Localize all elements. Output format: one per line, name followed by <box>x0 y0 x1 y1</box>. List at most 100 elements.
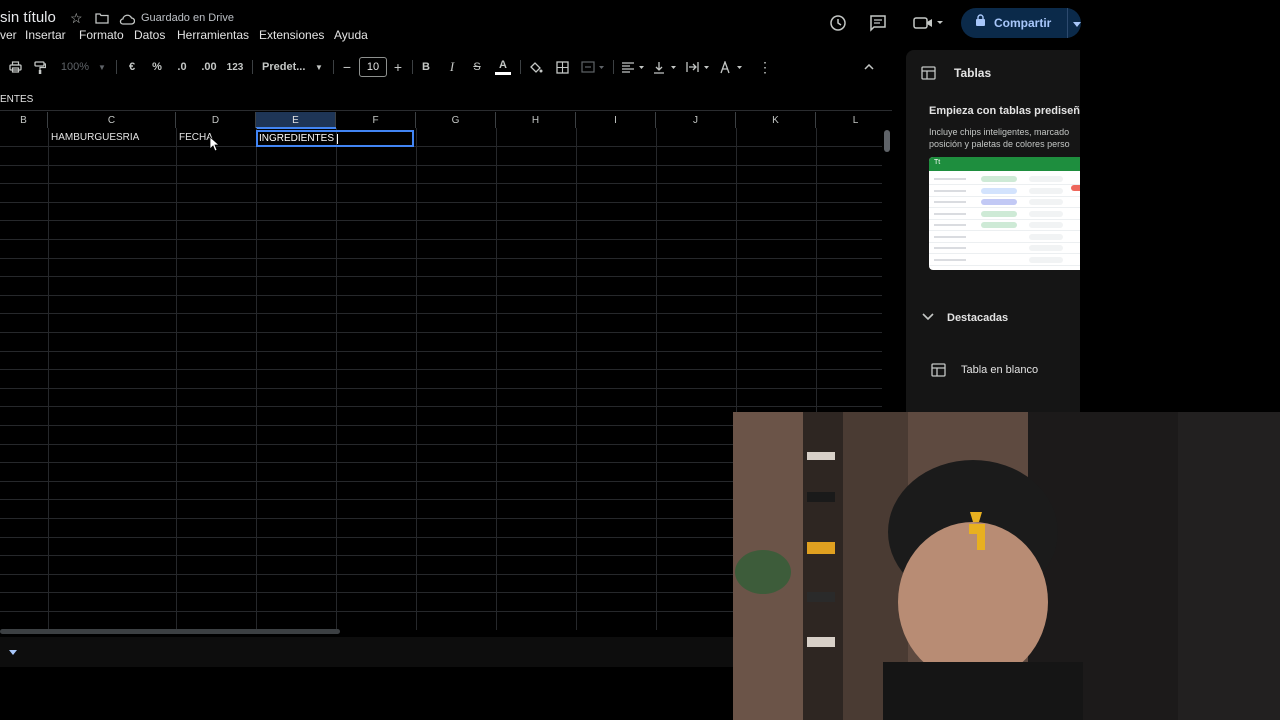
document-title[interactable]: sin título <box>0 9 56 26</box>
featured-section-label[interactable]: Destacadas <box>947 312 1008 324</box>
merge-cells-icon[interactable] <box>580 58 606 76</box>
text-color-swatch <box>495 72 511 75</box>
bold-button[interactable]: B <box>419 58 433 76</box>
grid-column-line <box>256 128 257 630</box>
text-rotation-icon[interactable] <box>718 58 746 76</box>
preview-person-chip <box>1029 256 1063 263</box>
panel-description-line-2: posición y paletas de colores perso <box>929 139 1070 149</box>
preview-text-bar <box>934 258 966 261</box>
zoom-select[interactable]: 100% <box>58 58 92 76</box>
move-folder-icon[interactable] <box>95 11 109 29</box>
mouse-cursor-icon <box>209 136 219 152</box>
column-header-l[interactable]: L <box>816 112 882 128</box>
grid-row-line <box>0 276 882 278</box>
zoom-dropdown-icon[interactable]: ▼ <box>97 58 107 76</box>
increase-font-size-button[interactable]: + <box>391 58 405 76</box>
preview-row-line <box>929 253 1080 254</box>
cell-e1-editor[interactable]: INGREDIENTES <box>259 133 334 144</box>
blank-table-option[interactable]: Tabla en blanco <box>961 364 1038 376</box>
toolbar-divider <box>412 60 413 74</box>
star-icon[interactable]: ☆ <box>70 10 83 27</box>
table-template-preview[interactable]: Tt <box>929 157 1080 270</box>
column-header-b[interactable]: B <box>0 112 48 128</box>
save-status: Guardado en Drive <box>141 12 234 24</box>
panel-title: Tablas <box>954 66 992 80</box>
percent-format-button[interactable]: % <box>149 58 165 76</box>
text-wrapping-icon[interactable] <box>685 58 713 76</box>
vertical-scrollbar[interactable] <box>884 130 890 152</box>
share-dropdown-icon[interactable] <box>1073 14 1081 32</box>
column-header-g[interactable]: G <box>416 112 496 128</box>
collapse-toolbar-icon[interactable] <box>861 58 877 76</box>
column-header-j[interactable]: J <box>656 112 736 128</box>
decrease-decimal-button[interactable]: .0 <box>172 58 192 76</box>
grid-row-line <box>0 350 882 352</box>
more-options-icon[interactable]: ⋮ <box>758 58 772 76</box>
preview-chip <box>981 199 1017 205</box>
column-header-h[interactable]: H <box>496 112 576 128</box>
preview-person-chip <box>1029 199 1063 205</box>
strikethrough-button[interactable]: S <box>470 58 484 76</box>
preview-chip <box>981 176 1017 182</box>
grid-column-line <box>576 128 577 630</box>
sheet-dropdown-icon[interactable] <box>9 650 17 655</box>
cell-c1[interactable]: HAMBURGUESRIA <box>51 132 139 143</box>
chevron-down-icon[interactable] <box>922 313 934 321</box>
meet-video-icon[interactable] <box>908 8 948 38</box>
grid-row-line <box>0 406 882 408</box>
grid-row-line <box>0 183 882 185</box>
toolbar-divider <box>520 60 521 74</box>
currency-format-button[interactable]: € <box>124 58 140 76</box>
vertical-align-icon[interactable] <box>652 58 680 76</box>
active-cell-e1[interactable]: INGREDIENTES <box>256 130 414 147</box>
more-formats-button[interactable]: 123 <box>225 58 245 76</box>
preview-row-line <box>929 218 1080 220</box>
share-button[interactable]: Compartir <box>961 8 1081 38</box>
menu-ver[interactable]: ver <box>0 28 17 42</box>
lock-icon <box>975 14 986 32</box>
toolbar-divider <box>333 60 334 74</box>
preview-header-row: Tt <box>929 157 1080 171</box>
horizontal-scrollbar[interactable] <box>0 629 340 634</box>
preview-text-bar <box>934 212 966 215</box>
column-header-f[interactable]: F <box>336 112 416 128</box>
table-icon <box>921 66 936 80</box>
increase-decimal-button[interactable]: .00 <box>198 58 220 76</box>
menu-extensiones[interactable]: Extensiones <box>259 28 324 42</box>
version-history-icon[interactable] <box>823 8 853 38</box>
column-header-k[interactable]: K <box>736 112 816 128</box>
decrease-font-size-button[interactable]: − <box>340 58 354 76</box>
cell-d1[interactable]: FECHA <box>179 132 213 143</box>
preview-person-chip <box>1029 245 1063 251</box>
menu-insertar[interactable]: Insertar <box>25 28 66 42</box>
column-header-c[interactable]: C <box>48 112 176 128</box>
grid-row-line <box>0 201 882 203</box>
column-header-i[interactable]: I <box>576 112 656 128</box>
column-header-e[interactable]: E <box>256 112 336 128</box>
preview-person-chip <box>1029 222 1063 228</box>
preview-text-bar <box>934 224 966 226</box>
comments-icon[interactable] <box>863 8 893 38</box>
text-color-button[interactable]: A <box>495 58 511 76</box>
menu-formato[interactable]: Formato <box>79 28 124 42</box>
font-family-select[interactable]: Predet... <box>262 58 312 76</box>
horizontal-align-icon[interactable] <box>620 58 648 76</box>
menu-ayuda[interactable]: Ayuda <box>334 28 368 42</box>
italic-button[interactable]: I <box>445 58 459 76</box>
preview-chip <box>981 245 1017 251</box>
formula-bar-content[interactable]: ENTES <box>0 94 33 105</box>
grid-row-line <box>0 220 882 222</box>
grid-column-line <box>656 128 657 630</box>
font-size-input[interactable]: 10 <box>359 57 387 77</box>
grid-column-line <box>496 128 497 630</box>
menu-datos[interactable]: Datos <box>134 28 165 42</box>
column-header-d[interactable]: D <box>176 112 256 128</box>
menu-herramientas[interactable]: Herramientas <box>177 28 249 42</box>
preview-row-line <box>929 207 1080 208</box>
print-icon[interactable] <box>6 58 24 76</box>
blank-table-icon <box>931 363 946 377</box>
fill-color-icon[interactable] <box>528 58 544 76</box>
font-dropdown-icon[interactable]: ▼ <box>314 58 324 76</box>
paint-format-icon[interactable] <box>31 58 49 76</box>
borders-icon[interactable] <box>554 58 570 76</box>
